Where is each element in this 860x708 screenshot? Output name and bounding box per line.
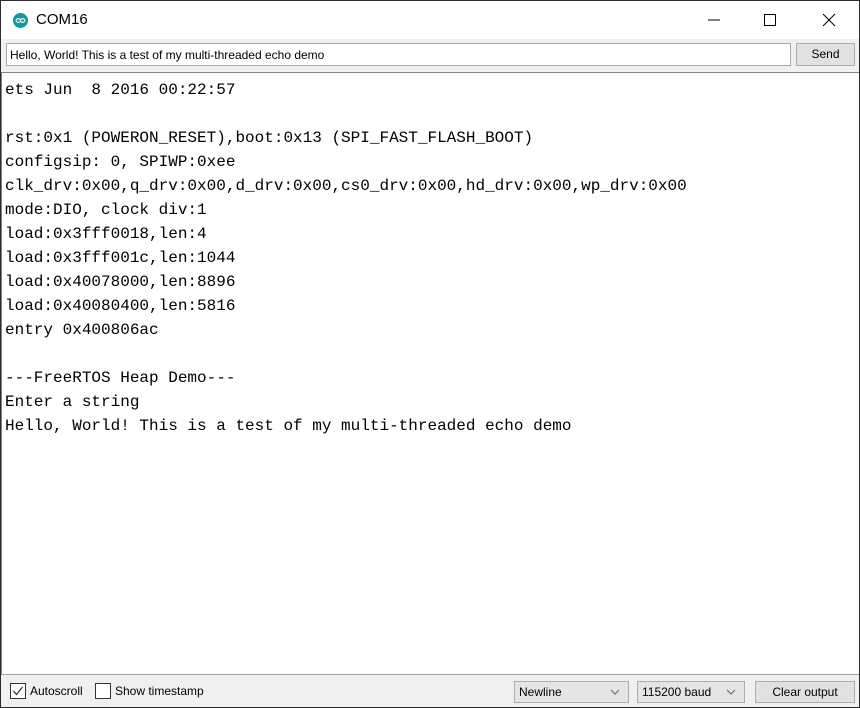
autoscroll-checkbox[interactable] [10, 683, 26, 699]
output-line: ets Jun 8 2016 00:22:57 [5, 81, 236, 99]
clear-output-button[interactable]: Clear output [755, 681, 855, 703]
show-timestamp-label: Show timestamp [115, 684, 204, 698]
close-button[interactable] [806, 1, 852, 39]
serial-output[interactable]: ets Jun 8 2016 00:22:57 rst:0x1 (POWERON_… [1, 72, 859, 674]
show-timestamp-checkbox[interactable] [95, 683, 111, 699]
send-bar: Send [1, 39, 859, 72]
output-line: load:0x3fff0018,len:4 [5, 225, 207, 243]
output-line: load:0x3fff001c,len:1044 [5, 249, 236, 267]
line-ending-select[interactable]: Newline [514, 681, 629, 703]
output-line: load:0x40078000,len:8896 [5, 273, 236, 291]
output-line: ---FreeRTOS Heap Demo--- [5, 369, 236, 387]
line-ending-value: Newline [519, 685, 562, 699]
serial-monitor-window: COM16 Send ets Jun 8 2016 00:22:57 rst:0x… [0, 0, 860, 708]
title-bar: COM16 [1, 1, 859, 39]
checkmark-icon [13, 686, 23, 696]
output-lines: ets Jun 8 2016 00:22:57 rst:0x1 (POWERON_… [5, 78, 687, 438]
output-line: clk_drv:0x00,q_drv:0x00,d_drv:0x00,cs0_d… [5, 177, 687, 195]
output-line: entry 0x400806ac [5, 321, 159, 339]
output-line: load:0x40080400,len:5816 [5, 297, 236, 315]
maximize-icon [764, 14, 776, 26]
autoscroll-label: Autoscroll [30, 684, 83, 698]
minimize-button[interactable] [691, 1, 737, 39]
close-icon [822, 13, 836, 27]
baud-rate-select[interactable]: 115200 baud [637, 681, 745, 703]
output-line: configsip: 0, SPIWP:0xee [5, 153, 236, 171]
chevron-down-icon [726, 689, 736, 695]
send-button[interactable]: Send [796, 43, 855, 66]
output-line: mode:DIO, clock div:1 [5, 201, 207, 219]
output-line: Enter a string [5, 393, 140, 411]
output-line: Hello, World! This is a test of my multi… [5, 417, 572, 435]
arduino-icon [13, 13, 28, 28]
send-input[interactable] [6, 43, 791, 66]
maximize-button[interactable] [747, 1, 793, 39]
minimize-icon [708, 19, 720, 21]
baud-rate-value: 115200 baud [642, 685, 712, 699]
bottom-bar: Autoscroll Show timestamp Newline 115200… [1, 674, 859, 707]
chevron-down-icon [610, 689, 620, 695]
output-line: rst:0x1 (POWERON_RESET),boot:0x13 (SPI_F… [5, 129, 534, 147]
window-title: COM16 [36, 11, 88, 28]
